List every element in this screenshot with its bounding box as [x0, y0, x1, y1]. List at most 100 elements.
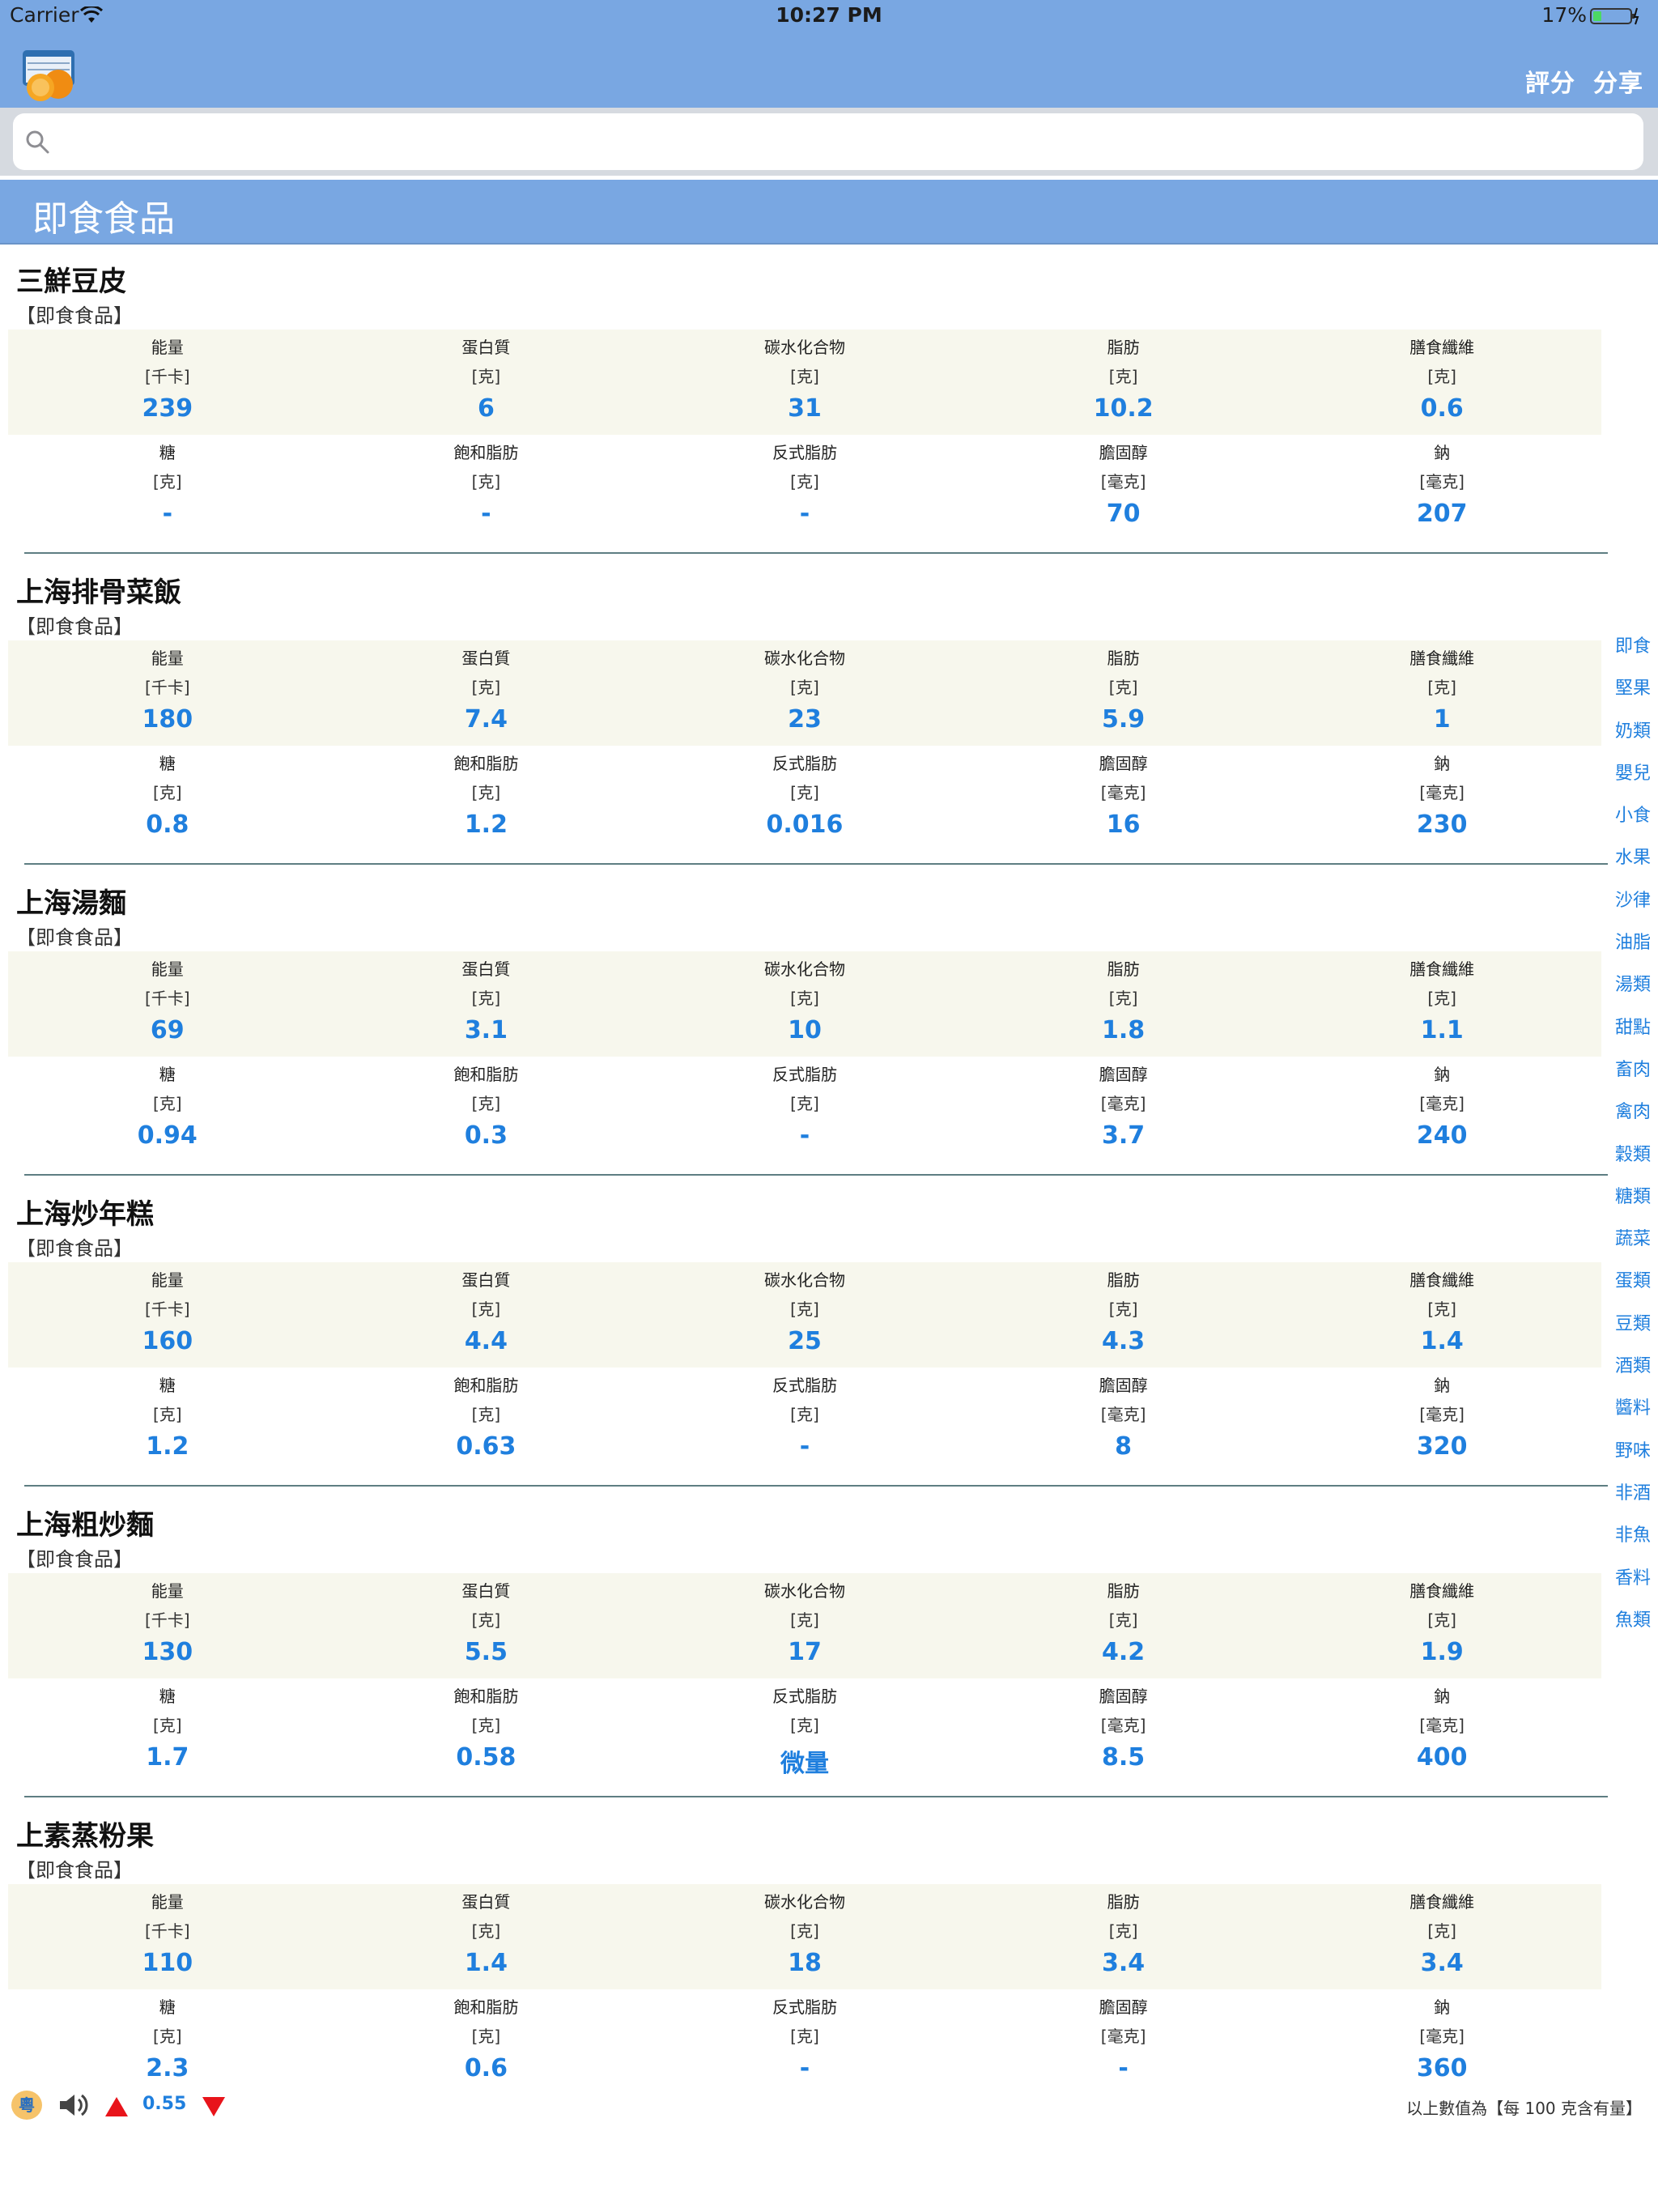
index-item[interactable]: 堅果 — [1613, 674, 1653, 716]
index-item[interactable]: 糖類 — [1613, 1182, 1653, 1224]
nutrient-unit: [克] — [790, 1405, 819, 1424]
nutrient-cell: 能量 [千卡] 69 — [8, 951, 327, 1057]
nutrient-unit: [千卡] — [144, 1300, 190, 1319]
nutrient-value: 360 — [1416, 2054, 1468, 2082]
index-item[interactable]: 穀類 — [1613, 1140, 1653, 1182]
nutrient-unit: [克] — [1427, 989, 1456, 1008]
nutrient-cell: 碳水化合物 [克] 31 — [645, 330, 964, 435]
nutrient-cell: 膽固醇 [毫克] - — [964, 1989, 1283, 2095]
nutrient-label: 碳水化合物 — [763, 959, 845, 979]
up-arrow-icon[interactable] — [104, 2095, 130, 2118]
food-item[interactable]: 上海湯麵 【即食食品】 能量 [千卡] 69 蛋白質 [克] 3.1 碳水化合物 [克] 10 脂肪 [… — [0, 865, 1611, 1176]
nutrient-unit: [克] — [1108, 1610, 1138, 1630]
down-arrow-icon[interactable] — [201, 2095, 227, 2118]
nutrient-cell: 能量 [千卡] 160 — [8, 1262, 327, 1368]
food-item[interactable]: 上海粗炒麵 【即食食品】 能量 [千卡] 130 蛋白質 [克] 5.5 碳水化合物 [克] 17 脂… — [0, 1487, 1611, 1797]
nutrient-cell: 碳水化合物 [克] 25 — [645, 1262, 964, 1368]
nutrient-cell: 反式脂肪 [克] 微量 — [645, 1678, 964, 1784]
index-item[interactable]: 非酒 — [1613, 1478, 1653, 1521]
nutrient-value: 8 — [1115, 1432, 1133, 1461]
index-item[interactable]: 醬料 — [1613, 1393, 1653, 1436]
nutrient-value: 180 — [142, 705, 193, 734]
speaker-icon[interactable] — [57, 2091, 89, 2120]
nutrient-cell: 糖 [克] 1.7 — [8, 1678, 327, 1784]
nutrient-value: 10.2 — [1093, 394, 1154, 423]
nutrient-cell: 飽和脂肪 [克] 0.63 — [327, 1368, 646, 1473]
nutrient-label: 飽和脂肪 — [453, 443, 519, 462]
index-item[interactable]: 蛋類 — [1613, 1266, 1653, 1308]
index-item[interactable]: 禽肉 — [1613, 1097, 1653, 1139]
food-category: 【即食食品】 — [16, 304, 133, 327]
index-item[interactable]: 野味 — [1613, 1436, 1653, 1478]
index-item[interactable]: 油脂 — [1613, 928, 1653, 970]
nutrient-label: 蛋白質 — [461, 1581, 511, 1601]
nutrient-cell: 反式脂肪 [克] 0.016 — [645, 746, 964, 851]
nutrient-unit: [克] — [152, 1094, 182, 1113]
nutrient-value: 0.6 — [464, 2054, 508, 2082]
nutrient-label: 鈉 — [1434, 754, 1451, 773]
speech-rate-value: 0.55 — [142, 2094, 187, 2114]
language-toggle-button[interactable]: 粵 — [11, 2091, 42, 2120]
nutrient-cell: 膳食纖維 [克] 1.9 — [1282, 1573, 1601, 1678]
index-item[interactable]: 甜點 — [1613, 1013, 1653, 1055]
index-item[interactable]: 香料 — [1613, 1563, 1653, 1606]
nutrient-unit: [克] — [1427, 1300, 1456, 1319]
nutrient-label: 鈉 — [1434, 1376, 1451, 1395]
nutrient-cell: 脂肪 [克] 1.8 — [964, 951, 1283, 1057]
nutrient-unit: [克] — [1108, 989, 1138, 1008]
index-item[interactable]: 酒類 — [1613, 1351, 1653, 1393]
nutrient-unit: [克] — [471, 783, 501, 802]
nutrient-label: 脂肪 — [1107, 959, 1140, 979]
food-item[interactable]: 上海排骨菜飯 【即食食品】 能量 [千卡] 180 蛋白質 [克] 7.4 碳水化合物 [克] 23… — [0, 554, 1611, 865]
index-item[interactable]: 魚類 — [1613, 1606, 1653, 1648]
food-item[interactable]: 上素蒸粉果 【即食食品】 能量 [千卡] 110 蛋白質 [克] 1.4 碳水化合物 [克] 18 脂… — [0, 1797, 1611, 2108]
rate-button[interactable]: 評分 — [1525, 63, 1575, 99]
nutrient-row: 能量 [千卡] 239 蛋白質 [克] 6 碳水化合物 [克] 31 脂肪 [克] 10.2 膳食纖維 [… — [8, 330, 1601, 435]
food-item[interactable]: 三鮮豆皮 【即食食品】 能量 [千卡] 239 蛋白質 [克] 6 碳水化合物 [克] 31 脂肪 [克… — [0, 243, 1611, 554]
nutrient-label: 能量 — [151, 1270, 184, 1290]
nutrient-value: 1.9 — [1420, 1638, 1464, 1666]
nutrient-cell: 膳食纖維 [克] 1.4 — [1282, 1262, 1601, 1368]
nutrient-label: 膽固醇 — [1099, 1376, 1148, 1395]
nutrient-unit: [克] — [1108, 1921, 1138, 1941]
nutrient-cell: 鈉 [毫克] 320 — [1282, 1368, 1601, 1473]
index-item[interactable]: 豆類 — [1613, 1309, 1653, 1351]
nutrient-cell: 鈉 [毫克] 207 — [1282, 435, 1601, 540]
nutrient-value: 7.4 — [464, 705, 508, 734]
index-item[interactable]: 非魚 — [1613, 1521, 1653, 1563]
search-input[interactable] — [13, 113, 1643, 170]
share-button[interactable]: 分享 — [1593, 63, 1643, 99]
index-item[interactable]: 小食 — [1613, 801, 1653, 843]
nutrient-cell: 碳水化合物 [克] 18 — [645, 1884, 964, 1989]
nutrient-cell: 膽固醇 [毫克] 3.7 — [964, 1057, 1283, 1162]
nutrient-row: 糖 [克] - 飽和脂肪 [克] - 反式脂肪 [克] - 膽固醇 [毫克] 70 鈉 [毫克] 207 — [8, 435, 1601, 540]
nutrient-value: 0.58 — [456, 1743, 517, 1772]
nutrient-unit: [克] — [152, 2027, 182, 2046]
nutrient-unit: [克] — [471, 1094, 501, 1113]
nutrient-cell: 碳水化合物 [克] 23 — [645, 640, 964, 746]
search-icon — [26, 130, 49, 154]
nutrient-value: 0.63 — [456, 1432, 517, 1461]
index-item[interactable]: 奶類 — [1613, 717, 1653, 759]
nutrient-unit: [毫克] — [1419, 472, 1465, 491]
nutrient-label: 膽固醇 — [1099, 1687, 1148, 1706]
nutrient-cell: 蛋白質 [克] 5.5 — [327, 1573, 646, 1678]
index-item[interactable]: 水果 — [1613, 843, 1653, 885]
index-item[interactable]: 畜肉 — [1613, 1055, 1653, 1097]
nutrient-row: 糖 [克] 0.8 飽和脂肪 [克] 1.2 反式脂肪 [克] 0.016 膽固醇 [毫克] 16 鈉 [… — [8, 746, 1601, 851]
index-item[interactable]: 湯類 — [1613, 970, 1653, 1012]
nutrient-unit: [克] — [471, 678, 501, 697]
nutrient-label: 鈉 — [1434, 443, 1451, 462]
index-item[interactable]: 即食 — [1613, 632, 1653, 674]
section-header: 即食食品 — [0, 180, 1658, 245]
index-item[interactable]: 嬰兒 — [1613, 759, 1653, 801]
nutrient-unit: [毫克] — [1419, 2027, 1465, 2046]
food-item[interactable]: 上海炒年糕 【即食食品】 能量 [千卡] 160 蛋白質 [克] 4.4 碳水化合物 [克] 25 脂… — [0, 1176, 1611, 1487]
index-item[interactable]: 沙律 — [1613, 886, 1653, 928]
nutrient-label: 膽固醇 — [1099, 754, 1148, 773]
index-item[interactable]: 蔬菜 — [1613, 1224, 1653, 1266]
nutrient-label: 膳食纖維 — [1409, 959, 1475, 979]
nutrient-cell: 鈉 [毫克] 230 — [1282, 746, 1601, 851]
nutrient-cell: 能量 [千卡] 110 — [8, 1884, 327, 1989]
nutrient-cell: 脂肪 [克] 10.2 — [964, 330, 1283, 435]
